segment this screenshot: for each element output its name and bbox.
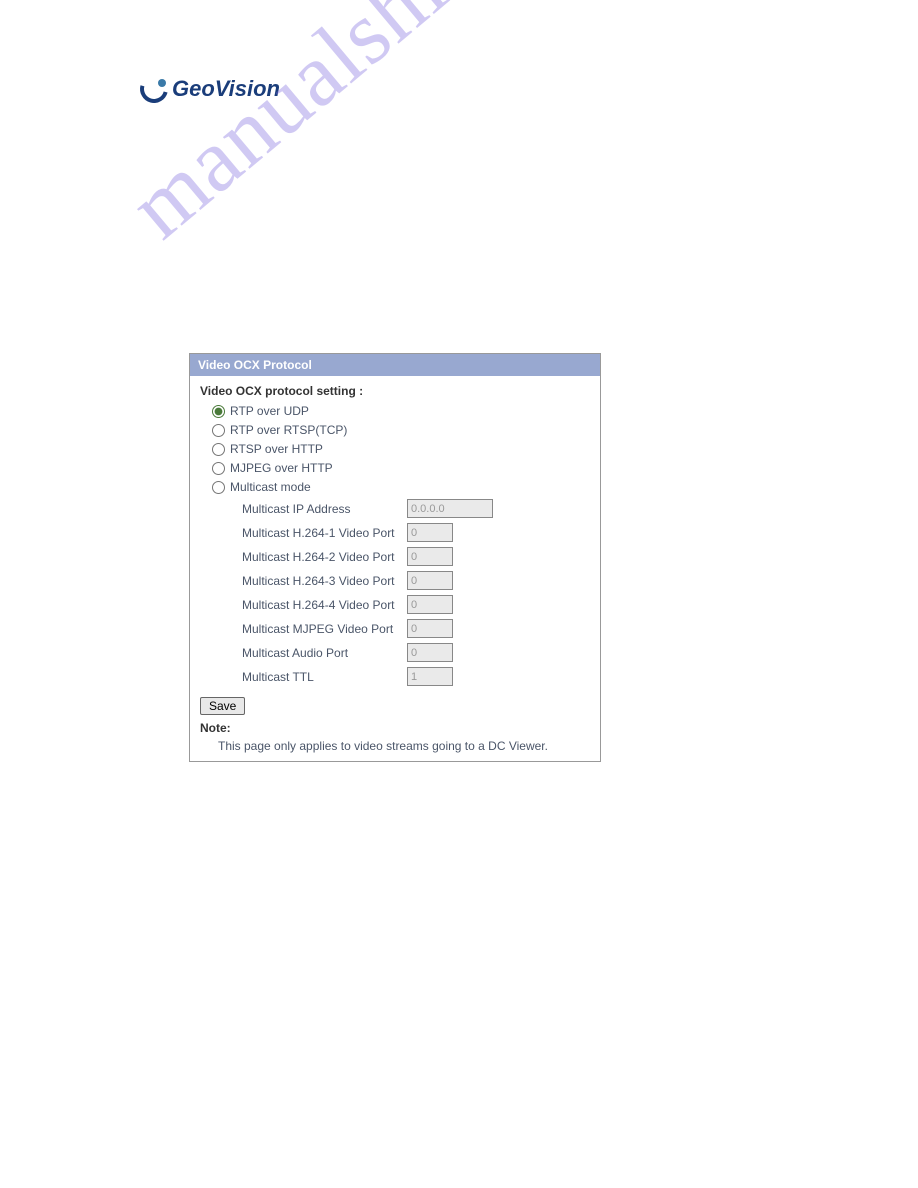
radio-rtp-rtsp[interactable] (212, 424, 225, 437)
input-h264-2[interactable] (407, 547, 453, 566)
radio-multicast[interactable] (212, 481, 225, 494)
logo-text-vision: Vision (215, 76, 280, 102)
input-h264-4[interactable] (407, 595, 453, 614)
label-h264-4: Multicast H.264-4 Video Port (242, 598, 407, 612)
label-mjpeg-http: MJPEG over HTTP (230, 461, 333, 475)
save-button[interactable]: Save (200, 697, 245, 715)
input-audio-port[interactable] (407, 643, 453, 662)
input-mjpeg-port[interactable] (407, 619, 453, 638)
video-ocx-panel: Video OCX Protocol Video OCX protocol se… (189, 353, 601, 762)
label-mjpeg-port: Multicast MJPEG Video Port (242, 622, 407, 636)
radio-mjpeg-http[interactable] (212, 462, 225, 475)
row-h264-4: Multicast H.264-4 Video Port (242, 595, 590, 614)
row-multicast-ip: Multicast IP Address (242, 499, 590, 518)
label-h264-1: Multicast H.264-1 Video Port (242, 526, 407, 540)
radio-rtp-udp[interactable] (212, 405, 225, 418)
panel-header: Video OCX Protocol (190, 354, 600, 376)
option-rtsp-http[interactable]: RTSP over HTTP (212, 442, 590, 456)
option-multicast[interactable]: Multicast mode (212, 480, 590, 494)
label-multicast-ip: Multicast IP Address (242, 502, 407, 516)
label-h264-3: Multicast H.264-3 Video Port (242, 574, 407, 588)
note-label: Note: (200, 721, 590, 735)
row-h264-1: Multicast H.264-1 Video Port (242, 523, 590, 542)
option-rtp-rtsp[interactable]: RTP over RTSP(TCP) (212, 423, 590, 437)
input-multicast-ip[interactable] (407, 499, 493, 518)
row-h264-3: Multicast H.264-3 Video Port (242, 571, 590, 590)
row-h264-2: Multicast H.264-2 Video Port (242, 547, 590, 566)
input-ttl[interactable] (407, 667, 453, 686)
label-rtp-rtsp: RTP over RTSP(TCP) (230, 423, 347, 437)
label-rtp-udp: RTP over UDP (230, 404, 309, 418)
brand-logo: GeoVision (140, 75, 280, 103)
panel-body: Video OCX protocol setting : RTP over UD… (190, 376, 600, 761)
multicast-fields: Multicast IP Address Multicast H.264-1 V… (242, 499, 590, 686)
row-audio-port: Multicast Audio Port (242, 643, 590, 662)
row-mjpeg-port: Multicast MJPEG Video Port (242, 619, 590, 638)
option-rtp-udp[interactable]: RTP over UDP (212, 404, 590, 418)
input-h264-3[interactable] (407, 571, 453, 590)
input-h264-1[interactable] (407, 523, 453, 542)
radio-rtsp-http[interactable] (212, 443, 225, 456)
section-title: Video OCX protocol setting : (200, 384, 590, 398)
note-text: This page only applies to video streams … (218, 739, 590, 753)
label-ttl: Multicast TTL (242, 670, 407, 684)
logo-text-geo: Geo (172, 76, 215, 102)
label-rtsp-http: RTSP over HTTP (230, 442, 323, 456)
label-audio-port: Multicast Audio Port (242, 646, 407, 660)
logo-icon (140, 75, 168, 103)
row-ttl: Multicast TTL (242, 667, 590, 686)
label-multicast: Multicast mode (230, 480, 311, 494)
option-mjpeg-http[interactable]: MJPEG over HTTP (212, 461, 590, 475)
label-h264-2: Multicast H.264-2 Video Port (242, 550, 407, 564)
watermark-text: manualshive.com (110, 0, 672, 259)
